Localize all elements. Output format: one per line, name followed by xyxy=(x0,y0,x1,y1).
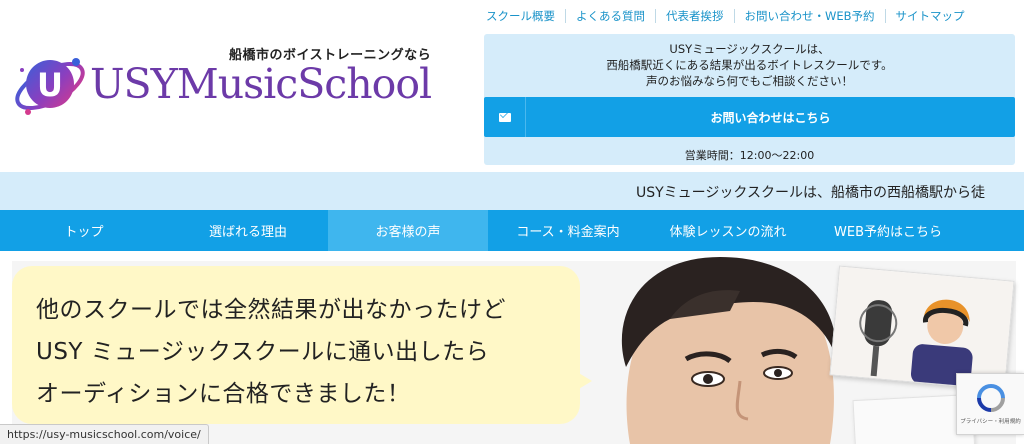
nav-item-reasons[interactable]: 選ばれる理由 xyxy=(168,210,328,251)
logo-mark-icon: U xyxy=(15,58,85,115)
speech-bubble: 他のスクールでは全然結果が出なかったけど USY ミュージックスクールに通い出し… xyxy=(12,266,580,424)
hero-line-2: USY ミュージックスクールに通い出したら xyxy=(36,339,490,365)
nav-item-top[interactable]: トップ xyxy=(0,210,168,251)
top-link-faq[interactable]: よくある質問 xyxy=(565,9,655,23)
singer-photo-card xyxy=(829,265,1015,391)
hero-man-photo xyxy=(621,257,837,444)
singer-photo xyxy=(830,266,1015,391)
info-box: USYミュージックスクールは、 西船橋駅近くにある結果が出るボイトレスクールです… xyxy=(484,34,1015,165)
info-line-1: USYミュージックスクールは、 xyxy=(669,42,830,56)
logo-text: USYMusicSchool xyxy=(90,60,432,108)
nav-item-trial-flow[interactable]: 体験レッスンの流れ xyxy=(648,210,808,251)
recaptcha-privacy-text: プライバシー・利用規約 xyxy=(960,419,1021,425)
recaptcha-badge[interactable]: プライバシー・利用規約 xyxy=(956,373,1024,435)
marquee-text: USYミュージックスクールは、船橋市の西船橋駅から徒 xyxy=(636,185,985,201)
logo-mark-letter: U xyxy=(37,66,63,104)
hero-line-1: 他のスクールでは全然結果が出なかったけど xyxy=(36,297,506,323)
main-nav: トップ 選ばれる理由 お客様の声 コース・料金案内 体験レッスンの流れ WEB予… xyxy=(0,210,1024,251)
nav-item-voice[interactable]: お客様の声 xyxy=(328,210,488,251)
mail-icon-wrap xyxy=(484,97,526,137)
info-line-3: 声のお悩みなら何でもご相談ください！ xyxy=(646,74,853,88)
top-links-bar: スクール概要 よくある質問 代表者挨拶 お問い合わせ・WEB予約 サイトマップ xyxy=(478,8,1024,24)
hero-section: 他のスクールでは全然結果が出なかったけど USY ミュージックスクールに通い出し… xyxy=(0,251,1024,444)
contact-button-label: お問い合わせはこちら xyxy=(710,110,831,125)
top-link-greeting[interactable]: 代表者挨拶 xyxy=(655,9,734,23)
business-hours: 営業時間：12:00〜22:00 xyxy=(684,149,815,162)
top-link-sitemap[interactable]: サイトマップ xyxy=(884,9,975,23)
hero-line-3: オーディションに合格できました！ xyxy=(36,381,411,407)
contact-button[interactable]: お問い合わせはこちら xyxy=(484,97,1015,137)
recaptcha-icon xyxy=(976,384,1005,412)
top-link-school-overview[interactable]: スクール概要 xyxy=(478,9,565,23)
mail-icon xyxy=(498,112,511,122)
info-line-2: 西船橋駅近くにある結果が出るボイトレスクールです。 xyxy=(606,58,893,72)
speech-bubble-tail xyxy=(572,369,592,393)
nav-item-courses[interactable]: コース・料金案内 xyxy=(488,210,648,251)
marquee-band: USYミュージックスクールは、船橋市の西船橋駅から徒 xyxy=(0,172,1024,210)
nav-item-web-booking[interactable]: WEB予約はこちら xyxy=(808,210,968,251)
top-link-contact[interactable]: お問い合わせ・WEB予約 xyxy=(733,9,885,23)
status-bar-url: https://usy-musicschool.com/voice/ xyxy=(0,424,209,444)
